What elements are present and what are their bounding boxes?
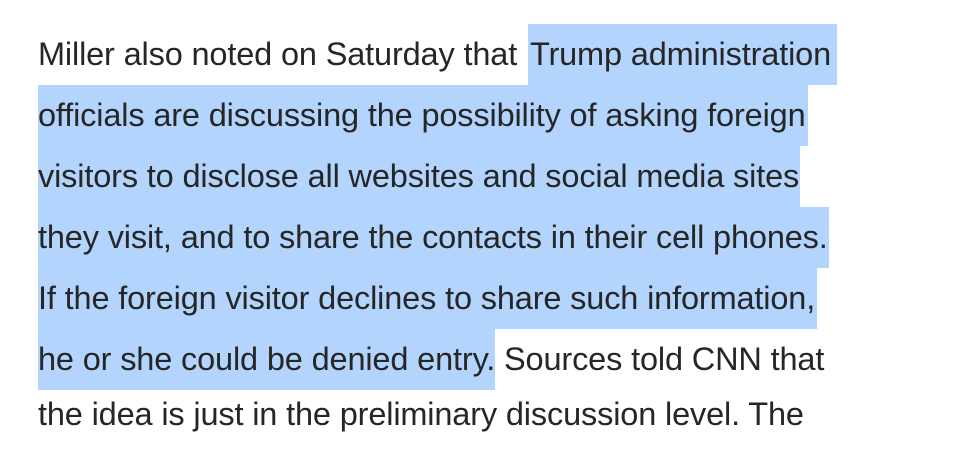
selected-text[interactable]: he or she could be denied entry.	[38, 329, 495, 390]
selected-text[interactable]: If the foreign visitor declines to share…	[38, 268, 818, 329]
plain-text: Miller also noted on Saturday that	[38, 36, 526, 72]
paragraph-line-2: officials are discussing the possibility…	[38, 85, 808, 146]
selected-text[interactable]: officials are discussing the possibility…	[38, 85, 808, 146]
plain-text: Sources told CNN that	[495, 341, 825, 377]
selected-text[interactable]: Trump administration	[527, 24, 837, 85]
paragraph-line-3: visitors to disclose all websites and so…	[38, 146, 801, 207]
paragraph-line-6: he or she could be denied entry. Sources…	[38, 329, 824, 390]
selected-text[interactable]: they visit, and to share the contacts in…	[38, 207, 829, 268]
paragraph-line-1: Miller also noted on Saturday that Trump…	[38, 24, 837, 85]
selected-text[interactable]: visitors to disclose all websites and so…	[38, 146, 801, 207]
plain-text: the idea is just in the preliminary disc…	[38, 396, 804, 432]
paragraph-line-4: they visit, and to share the contacts in…	[38, 207, 829, 268]
article-paragraph: Miller also noted on Saturday that Trump…	[38, 0, 963, 449]
paragraph-line-7: the idea is just in the preliminary disc…	[38, 384, 804, 445]
paragraph-line-5: If the foreign visitor declines to share…	[38, 268, 818, 329]
